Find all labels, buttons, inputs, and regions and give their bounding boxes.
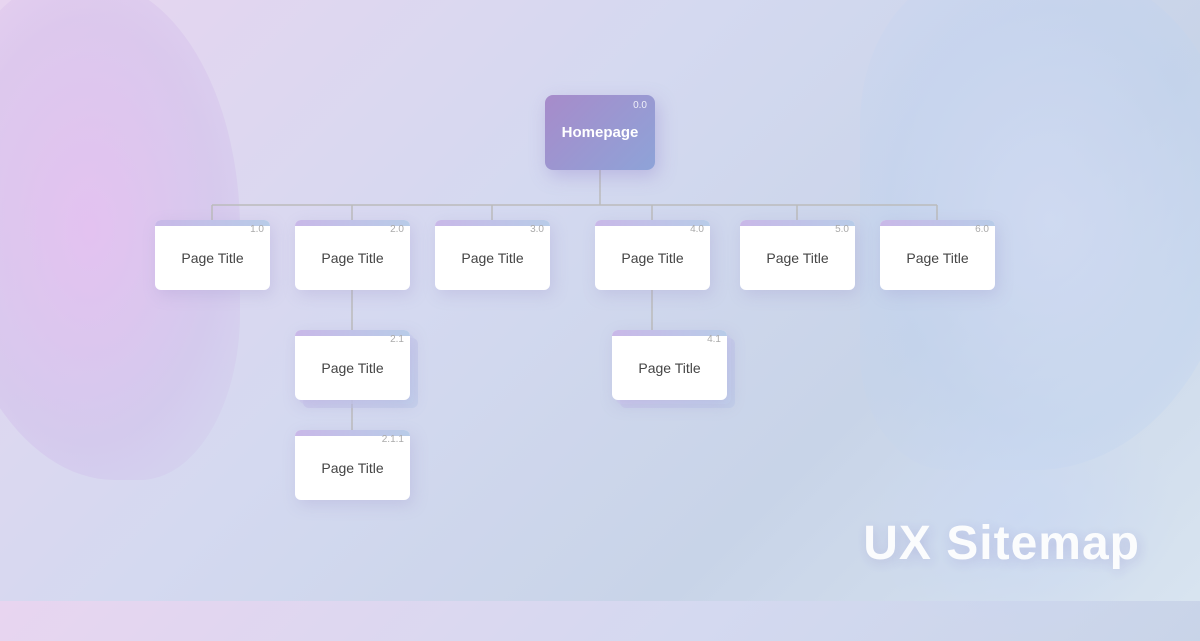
node-1-0-id: 1.0 bbox=[250, 224, 264, 235]
homepage-node[interactable]: 0.0 Homepage bbox=[545, 95, 655, 170]
node-2-1-1-label: Page Title bbox=[295, 436, 410, 500]
node-4-0-label: Page Title bbox=[595, 226, 710, 290]
node-2-1-id: 2.1 bbox=[390, 334, 404, 345]
node-4-1-wrapper: 4.1 Page Title bbox=[612, 330, 727, 400]
homepage-id: 0.0 bbox=[633, 100, 647, 111]
node-2-1-wrapper: 2.1 Page Title bbox=[295, 330, 410, 400]
ux-sitemap-title: UX Sitemap bbox=[863, 516, 1140, 571]
node-2-0-label: Page Title bbox=[295, 226, 410, 290]
sitemap-canvas: 0.0 Homepage 1.0 Page Title 2.0 Page Tit… bbox=[0, 0, 1200, 601]
node-5-0-id: 5.0 bbox=[835, 224, 849, 235]
node-4-0[interactable]: 4.0 Page Title bbox=[595, 220, 710, 290]
node-5-0[interactable]: 5.0 Page Title bbox=[740, 220, 855, 290]
node-3-0-id: 3.0 bbox=[530, 224, 544, 235]
node-6-0-id: 6.0 bbox=[975, 224, 989, 235]
node-6-0-label: Page Title bbox=[880, 226, 995, 290]
homepage-label: Homepage bbox=[562, 124, 639, 141]
node-2-1[interactable]: 2.1 Page Title bbox=[295, 330, 410, 400]
node-4-1-label: Page Title bbox=[612, 336, 727, 400]
node-1-0[interactable]: 1.0 Page Title bbox=[155, 220, 270, 290]
node-2-0-id: 2.0 bbox=[390, 224, 404, 235]
node-2-0[interactable]: 2.0 Page Title bbox=[295, 220, 410, 290]
node-2-1-label: Page Title bbox=[295, 336, 410, 400]
node-3-0-label: Page Title bbox=[435, 226, 550, 290]
node-1-0-label: Page Title bbox=[155, 226, 270, 290]
node-3-0[interactable]: 3.0 Page Title bbox=[435, 220, 550, 290]
node-4-1[interactable]: 4.1 Page Title bbox=[612, 330, 727, 400]
node-6-0[interactable]: 6.0 Page Title bbox=[880, 220, 995, 290]
node-4-1-id: 4.1 bbox=[707, 334, 721, 345]
node-5-0-label: Page Title bbox=[740, 226, 855, 290]
node-2-1-1[interactable]: 2.1.1 Page Title bbox=[295, 430, 410, 500]
node-2-1-1-id: 2.1.1 bbox=[382, 434, 404, 445]
node-4-0-id: 4.0 bbox=[690, 224, 704, 235]
